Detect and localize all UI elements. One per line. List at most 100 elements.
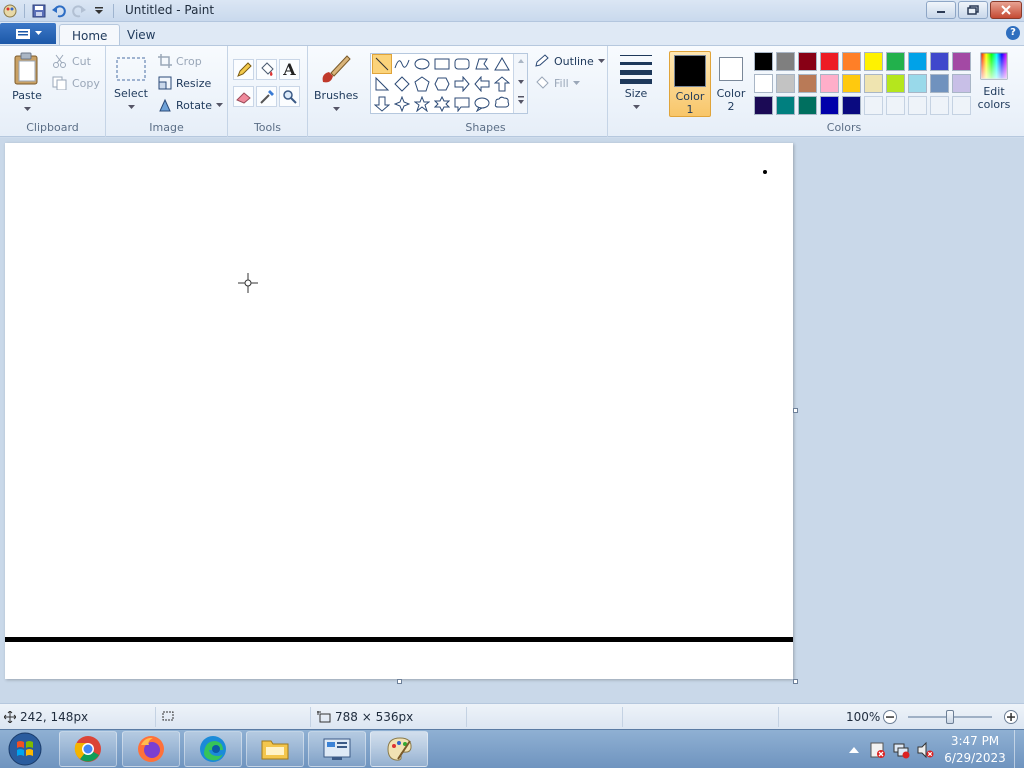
color-swatch[interactable] [842, 96, 861, 115]
color-swatch[interactable] [952, 52, 971, 71]
crop-button[interactable]: Crop [158, 54, 202, 68]
color-swatch[interactable] [886, 52, 905, 71]
zoom-in-button[interactable] [1003, 709, 1019, 725]
color-swatch[interactable] [886, 74, 905, 93]
undo-icon[interactable] [51, 3, 67, 19]
taskbar-file-explorer[interactable] [246, 731, 304, 767]
color-swatch[interactable] [952, 74, 971, 93]
edit-colors-button[interactable]: Edit colors [976, 52, 1012, 111]
rectangle-shape-icon[interactable] [432, 54, 452, 74]
drawing-canvas[interactable] [5, 143, 793, 679]
paint-app-icon[interactable] [2, 3, 18, 19]
zoom-slider-thumb[interactable] [946, 710, 954, 724]
zoom-slider[interactable] [908, 710, 992, 724]
tab-home[interactable]: Home [59, 24, 121, 45]
color-swatch[interactable] [820, 96, 839, 115]
minimize-button[interactable] [926, 1, 956, 19]
color-swatch[interactable] [930, 74, 949, 93]
customize-qat-icon[interactable] [91, 3, 107, 19]
rect-callout-shape-icon[interactable] [452, 94, 472, 114]
taskbar-control-panel[interactable] [308, 731, 366, 767]
network-icon[interactable] [892, 741, 910, 759]
color-swatch[interactable] [864, 96, 883, 115]
color-swatch[interactable] [864, 74, 883, 93]
color-swatch[interactable] [930, 52, 949, 71]
color-swatch[interactable] [864, 52, 883, 71]
shapes-scrollbar[interactable] [513, 54, 527, 113]
oval-shape-icon[interactable] [412, 54, 432, 74]
taskbar-firefox[interactable] [122, 731, 180, 767]
action-center-icon[interactable] [868, 741, 886, 759]
color-swatch[interactable] [820, 52, 839, 71]
color-swatch[interactable] [776, 74, 795, 93]
show-hidden-icons-icon[interactable] [848, 745, 860, 755]
color2-selector[interactable]: Color 2 [714, 51, 748, 117]
resize-button[interactable]: Resize [158, 76, 211, 90]
fill-button[interactable]: Fill [534, 76, 580, 90]
volume-muted-icon[interactable] [916, 741, 934, 759]
taskbar-chrome[interactable] [59, 731, 117, 767]
color-swatch[interactable] [842, 52, 861, 71]
four-point-star-shape-icon[interactable] [392, 94, 412, 114]
color-swatch[interactable] [798, 52, 817, 71]
save-icon[interactable] [31, 3, 47, 19]
zoom-out-button[interactable] [882, 709, 898, 725]
paste-button[interactable]: Paste [8, 52, 46, 115]
taskbar-clock[interactable]: 3:47 PM 6/29/2023 [940, 733, 1010, 767]
resize-handle-corner[interactable] [793, 679, 798, 684]
cloud-callout-shape-icon[interactable] [492, 94, 512, 114]
color-swatch[interactable] [754, 74, 773, 93]
color-swatch[interactable] [908, 74, 927, 93]
pencil-icon[interactable] [233, 59, 254, 80]
cut-button[interactable]: Cut [52, 54, 91, 68]
color-swatch[interactable] [908, 96, 927, 115]
color-swatch[interactable] [754, 52, 773, 71]
color-picker-icon[interactable] [256, 86, 277, 107]
color1-selector[interactable]: Color 1 [669, 51, 711, 117]
rotate-button[interactable]: Rotate [158, 98, 224, 112]
help-icon[interactable]: ? [1006, 26, 1020, 40]
paint-menu-button[interactable] [0, 23, 56, 44]
outline-button[interactable]: Outline [534, 54, 605, 68]
taskbar-edge[interactable] [184, 731, 242, 767]
rounded-rectangle-shape-icon[interactable] [452, 54, 472, 74]
five-point-star-shape-icon[interactable] [412, 94, 432, 114]
restore-button[interactable] [958, 1, 988, 19]
color-swatch[interactable] [754, 96, 773, 115]
diamond-shape-icon[interactable] [392, 74, 412, 94]
color-swatch[interactable] [842, 74, 861, 93]
text-tool-icon[interactable]: A [279, 59, 300, 80]
color-swatch[interactable] [776, 52, 795, 71]
resize-handle-right[interactable] [793, 408, 798, 413]
oval-callout-shape-icon[interactable] [472, 94, 492, 114]
tab-view[interactable]: View [115, 24, 167, 45]
polygon-shape-icon[interactable] [472, 54, 492, 74]
taskbar-paint[interactable] [370, 731, 428, 767]
close-button[interactable] [990, 1, 1022, 19]
color-swatch[interactable] [952, 96, 971, 115]
right-arrow-shape-icon[interactable] [452, 74, 472, 94]
size-button[interactable]: Size [618, 52, 654, 113]
brushes-button[interactable]: Brushes [314, 52, 358, 115]
copy-button[interactable]: Copy [52, 76, 100, 90]
curve-shape-icon[interactable] [392, 54, 412, 74]
up-arrow-shape-icon[interactable] [492, 74, 512, 94]
fill-bucket-icon[interactable] [256, 59, 277, 80]
color-swatch[interactable] [776, 96, 795, 115]
six-point-star-shape-icon[interactable] [432, 94, 452, 114]
start-button[interactable] [3, 731, 47, 767]
resize-handle-bottom[interactable] [397, 679, 402, 684]
eraser-icon[interactable] [233, 86, 254, 107]
color-swatch[interactable] [798, 74, 817, 93]
magnifier-icon[interactable] [279, 86, 300, 107]
pentagon-shape-icon[interactable] [412, 74, 432, 94]
select-button[interactable]: Select [112, 54, 150, 113]
hexagon-shape-icon[interactable] [432, 74, 452, 94]
left-arrow-shape-icon[interactable] [472, 74, 492, 94]
color-swatch[interactable] [820, 74, 839, 93]
triangle-shape-icon[interactable] [492, 54, 512, 74]
color-swatch[interactable] [930, 96, 949, 115]
color-swatch[interactable] [886, 96, 905, 115]
down-arrow-shape-icon[interactable] [372, 94, 392, 114]
right-triangle-shape-icon[interactable] [372, 74, 392, 94]
